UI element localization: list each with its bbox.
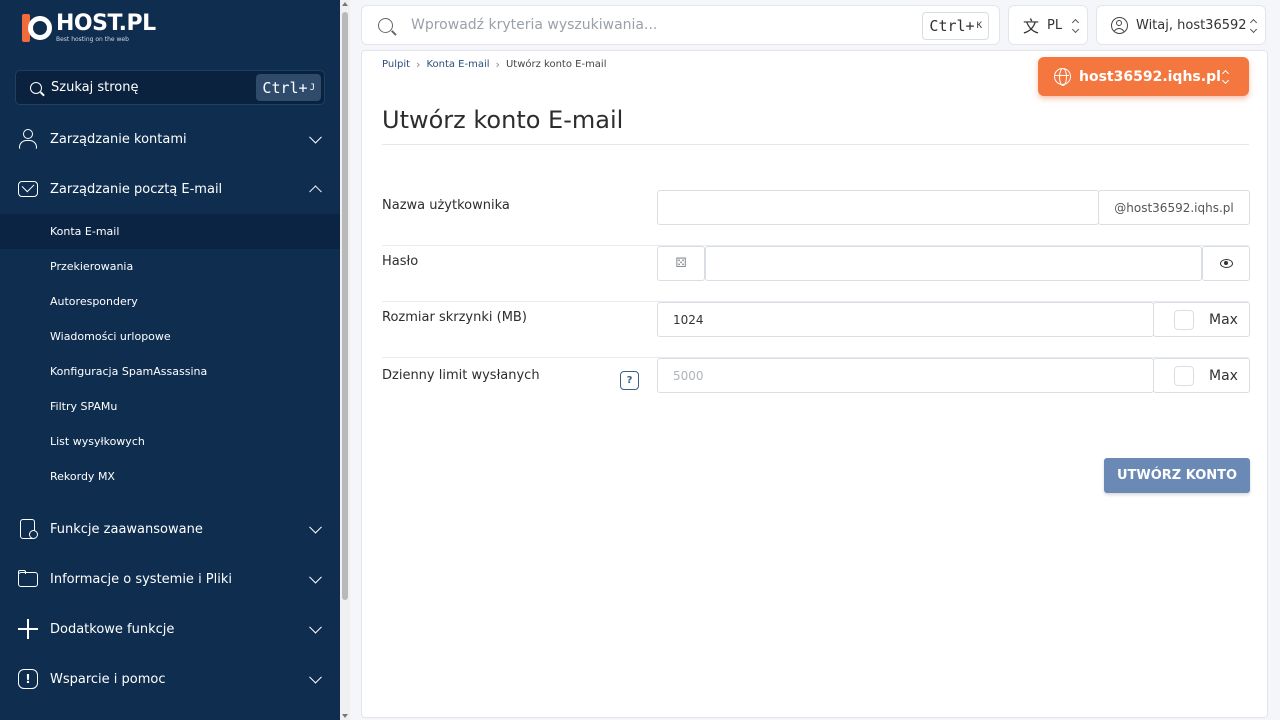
daily-limit-label: Dzienny limit wysłanych xyxy=(382,368,540,383)
language-selector[interactable]: 文 PL xyxy=(1008,5,1088,45)
daily-limit-max-checkbox[interactable] xyxy=(1174,365,1194,386)
domain-selector[interactable]: host36592.iqhs.pl xyxy=(1038,57,1249,96)
scroll-up-arrow-icon[interactable] xyxy=(342,2,348,6)
sidebar-item-spam-filters[interactable]: Filtry SPAMu xyxy=(0,389,340,424)
eye-icon xyxy=(1219,259,1233,268)
user-icon xyxy=(18,129,38,149)
nav-section-extra[interactable]: Dodatkowe funkcje xyxy=(0,604,340,654)
nav-section-label: Zarządzanie pocztą E-mail xyxy=(50,181,223,197)
form-row-username: Nazwa użytkownika @host36592.iqhs.pl xyxy=(382,190,1250,246)
sidebar-scrollbar[interactable] xyxy=(340,0,350,720)
generate-password-button[interactable]: ⚄ xyxy=(657,246,705,281)
chevron-down-icon xyxy=(309,620,322,634)
user-circle-icon xyxy=(1111,16,1128,34)
quota-max-label: Max xyxy=(1209,311,1238,328)
form-row-quota: Rozmiar skrzynki (MB) Max xyxy=(382,302,1250,358)
search-icon xyxy=(378,17,393,33)
page-title: Utwórz konto E-mail xyxy=(382,106,624,134)
quota-max-toggle[interactable]: Max xyxy=(1153,302,1250,337)
daily-limit-max-toggle[interactable]: Max xyxy=(1153,358,1250,393)
quota-label: Rozmiar skrzynki (MB) xyxy=(382,310,527,325)
password-input[interactable] xyxy=(705,246,1202,281)
sidebar-item-autoresponders[interactable]: Autorespondery xyxy=(0,284,340,319)
sidebar-item-vacation-messages[interactable]: Wiadomości urlopowe xyxy=(0,319,340,354)
sidebar-item-mailing-lists[interactable]: List wysyłkowych xyxy=(0,424,340,459)
translate-icon: 文 xyxy=(1023,17,1040,36)
quota-max-checkbox[interactable] xyxy=(1174,309,1194,330)
sidebar-item-email-accounts[interactable]: Konta E-mail xyxy=(0,214,340,249)
nav-section-label: Informacje o systemie i Pliki xyxy=(50,571,233,587)
global-search[interactable]: Ctrl+K xyxy=(361,5,1000,45)
create-account-button[interactable]: UTWÓRZ KONTO xyxy=(1104,458,1250,493)
username-domain-suffix: @host36592.iqhs.pl xyxy=(1098,190,1250,225)
language-label: PL xyxy=(1047,17,1063,33)
sidebar-search-label: Szukaj stronę xyxy=(51,80,139,95)
breadcrumb: Pulpit › Konta E-mail › Utwórz konto E-m… xyxy=(382,58,607,71)
file-settings-icon xyxy=(18,519,38,539)
nav-section-label: Funkcje zaawansowane xyxy=(50,521,203,537)
title-divider xyxy=(382,144,1249,145)
chevron-down-icon xyxy=(309,130,322,144)
sidebar-item-mx-records[interactable]: Rekordy MX xyxy=(0,459,340,494)
user-greeting: Witaj, host36592 xyxy=(1136,17,1247,33)
search-icon xyxy=(30,81,42,94)
toggle-password-visibility-button[interactable] xyxy=(1202,246,1250,281)
nav-section-label: Dodatkowe funkcje xyxy=(50,621,175,637)
sidebar-item-forwarders[interactable]: Przekierowania xyxy=(0,249,340,284)
sidebar: HOST.PL Best hosting on the web Szukaj s… xyxy=(0,0,340,720)
dice-icon: ⚄ xyxy=(675,256,687,271)
form-row-daily-limit: Dzienny limit wysłanych ? Max xyxy=(382,358,1250,414)
scrollbar-thumb[interactable] xyxy=(342,12,348,600)
breadcrumb-separator-icon: › xyxy=(416,58,421,71)
sidebar-item-spamassassin[interactable]: Konfiguracja SpamAssassina xyxy=(0,354,340,389)
daily-limit-max-label: Max xyxy=(1209,367,1238,384)
chevron-down-icon xyxy=(309,520,322,534)
nav-section-email[interactable]: Zarządzanie pocztą E-mail xyxy=(0,164,340,214)
daily-limit-input[interactable] xyxy=(657,358,1154,393)
nav-section-advanced[interactable]: Funkcje zaawansowane xyxy=(0,504,340,554)
nav-section-support[interactable]: ! Wsparcie i pomoc xyxy=(0,654,340,704)
content-panel: Pulpit › Konta E-mail › Utwórz konto E-m… xyxy=(361,50,1268,718)
folder-icon xyxy=(18,569,38,589)
quota-input[interactable] xyxy=(657,302,1154,337)
logo[interactable]: HOST.PL Best hosting on the web xyxy=(22,12,156,44)
breadcrumb-current: Utwórz konto E-mail xyxy=(505,59,607,70)
chevron-updown-icon xyxy=(1073,19,1079,33)
chevron-down-icon xyxy=(309,570,322,584)
chevron-updown-icon xyxy=(1223,70,1229,84)
chevron-updown-icon xyxy=(1251,19,1257,33)
chevron-up-icon xyxy=(309,185,322,199)
alert-icon: ! xyxy=(18,669,38,689)
logo-name: HOST.PL xyxy=(56,11,156,36)
logo-tagline: Best hosting on the web xyxy=(56,36,129,43)
password-label: Hasło xyxy=(382,254,419,269)
plus-icon xyxy=(18,619,38,639)
sidebar-search-shortcut: Ctrl+ J xyxy=(256,74,321,101)
nav-section-system-files[interactable]: Informacje o systemie i Pliki xyxy=(0,554,340,604)
breadcrumb-link-dashboard[interactable]: Pulpit xyxy=(382,59,410,70)
global-search-input[interactable] xyxy=(411,17,891,33)
domain-label: host36592.iqhs.pl xyxy=(1079,68,1221,85)
nav-section-label: Wsparcie i pomoc xyxy=(50,671,166,687)
username-label: Nazwa użytkownika xyxy=(382,198,510,213)
chevron-down-icon xyxy=(309,670,322,684)
global-search-shortcut: Ctrl+ K xyxy=(922,12,989,40)
breadcrumb-separator-icon: › xyxy=(495,58,500,71)
username-input[interactable] xyxy=(657,190,1099,225)
help-icon[interactable]: ? xyxy=(620,371,639,390)
nav-section-accounts[interactable]: Zarządzanie kontami xyxy=(0,114,340,164)
scroll-down-arrow-icon[interactable] xyxy=(342,714,348,718)
globe-icon xyxy=(1054,68,1071,86)
user-menu[interactable]: Witaj, host36592 xyxy=(1096,5,1266,45)
breadcrumb-link-email-accounts[interactable]: Konta E-mail xyxy=(426,59,489,70)
form-row-password: Hasło ⚄ xyxy=(382,246,1250,302)
logo-mark-icon xyxy=(22,12,52,44)
mail-icon xyxy=(18,179,38,199)
nav-section-label: Zarządzanie kontami xyxy=(50,131,187,147)
sidebar-search[interactable]: Szukaj stronę Ctrl+ J xyxy=(15,70,325,105)
